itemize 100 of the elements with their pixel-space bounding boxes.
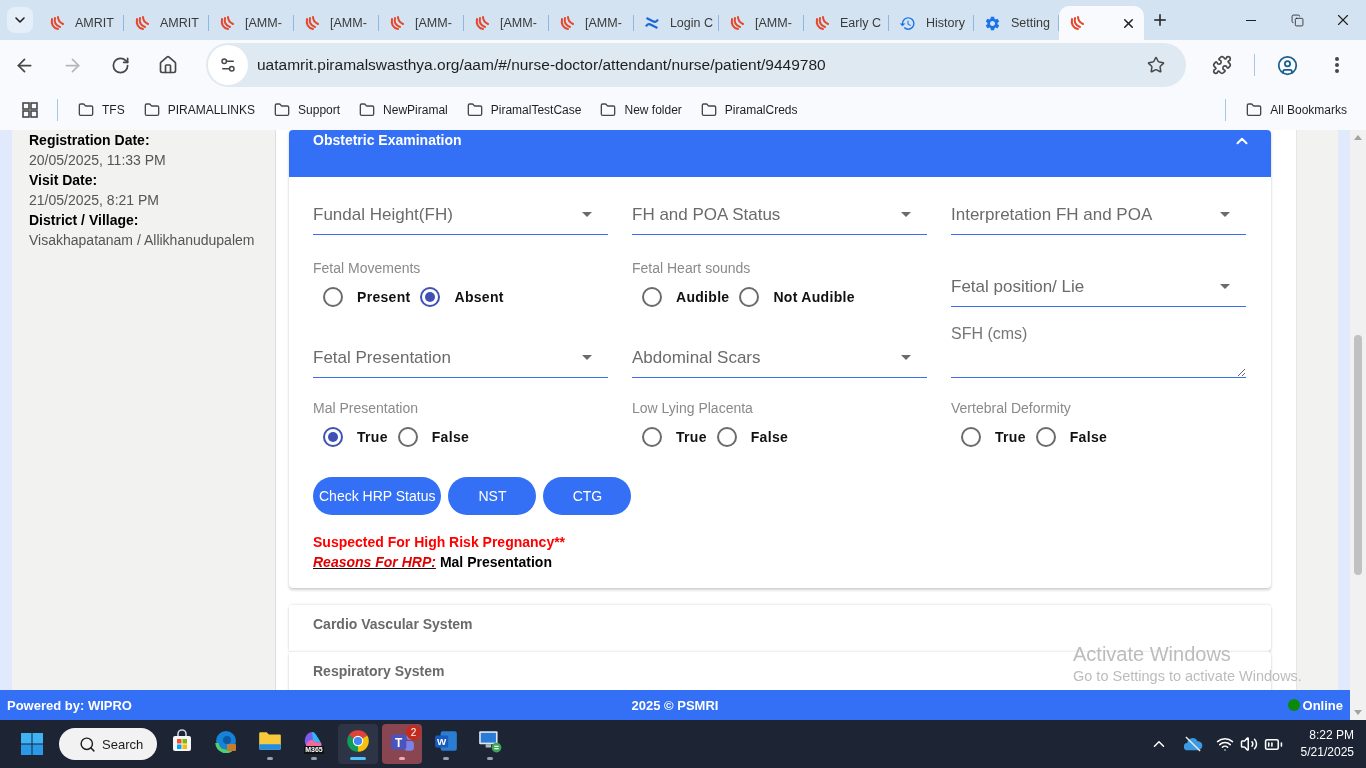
radio-label[interactable]: Not Audible <box>773 289 855 305</box>
dropdown-arrow-icon <box>1220 212 1230 217</box>
tab-title: [AMM- <box>245 16 282 30</box>
tab-title: AMRIT <box>75 16 114 30</box>
browser-tab[interactable]: AMRIT <box>124 6 209 40</box>
radio-button[interactable] <box>739 287 760 307</box>
browser-tab[interactable]: Early C <box>804 6 889 40</box>
accordion-header[interactable]: Respiratory System <box>289 652 469 690</box>
dropdown-field[interactable]: FH and POA Status <box>632 195 927 235</box>
browser-tab[interactable]: [AMM- <box>719 6 804 40</box>
taskbar-clock[interactable]: 8:22 PM 5/21/2025 <box>1290 727 1356 761</box>
tab-title: AMRIT <box>160 16 199 30</box>
radio-label[interactable]: True <box>995 429 1026 445</box>
folder-icon <box>466 102 483 118</box>
action-button[interactable]: Check HRP Status <box>313 477 442 515</box>
activation-title: Activate Windows <box>1073 642 1231 666</box>
bookmark-folder[interactable]: PiramalCreds <box>692 96 806 124</box>
swirl-browser-icon <box>214 729 238 753</box>
accordion-header[interactable]: Obstetric Examination <box>289 130 1271 177</box>
radio-label[interactable]: True <box>676 429 707 445</box>
browser-tab[interactable]: [AMM- <box>464 6 549 40</box>
cloud-off-icon <box>1181 736 1204 752</box>
scrollbar-thumb[interactable] <box>1354 335 1362 575</box>
dropdown-field[interactable]: Fetal position/ Lie <box>951 267 1246 307</box>
radio-label[interactable]: True <box>357 429 388 445</box>
dropdown-field[interactable]: Fetal Presentation <box>313 338 608 378</box>
browser-tab[interactable]: [AMM- <box>294 6 379 40</box>
text-area-field[interactable]: SFH (cms) <box>951 326 1246 378</box>
search-icon <box>79 735 96 753</box>
radio-label[interactable]: Absent <box>454 289 504 305</box>
taskbar-app-button[interactable]: W <box>426 724 466 764</box>
user-circle-icon <box>1276 54 1298 76</box>
wifi-icon <box>1215 735 1234 753</box>
flame-logo-icon <box>49 15 65 31</box>
history-icon <box>899 14 916 32</box>
dropdown-arrow-icon <box>582 355 592 360</box>
radio-button[interactable] <box>397 427 418 447</box>
site-settings-button[interactable] <box>208 45 248 85</box>
dropdown-field[interactable]: Interpretation FH and POA <box>951 195 1246 235</box>
bookmark-folder[interactable]: NewPiramal <box>351 96 456 124</box>
taskbar-search[interactable]: Search <box>59 728 157 760</box>
radio-button[interactable] <box>961 427 981 447</box>
flame-logo-icon <box>559 15 575 31</box>
radio-label[interactable]: False <box>1069 429 1108 445</box>
address-bar[interactable]: uatamrit.piramalswasthya.org/aam/#/nurse-doctor/attendant/nurse/patient/9449780 <box>206 43 1186 87</box>
radio-button[interactable] <box>1035 427 1056 447</box>
dropdown-arrow-icon <box>901 355 911 360</box>
radio-label[interactable]: False <box>750 429 789 445</box>
browser-tab[interactable]: Setting <box>974 6 1059 40</box>
radio-label[interactable]: Audible <box>676 289 730 305</box>
tab-title: Early C <box>840 16 881 30</box>
browser-tab[interactable]: [AMM- <box>379 6 464 40</box>
bookmark-folder[interactable]: PIRAMALLINKS <box>135 96 264 124</box>
shopping-bag-icon <box>170 729 194 753</box>
radio-button[interactable] <box>420 287 441 307</box>
bookmark-folder[interactable]: Support <box>266 96 349 124</box>
round-browser-icon <box>345 728 371 754</box>
tab-title: Setting <box>1011 16 1050 30</box>
radio-label[interactable]: Present <box>357 289 411 305</box>
bookmark-folder[interactable]: PiramalTestCase <box>458 96 590 124</box>
notification-badge: 2 <box>406 725 421 740</box>
tab-search-button[interactable] <box>7 7 33 33</box>
dropdown-field[interactable]: Abdominal Scars <box>632 338 927 378</box>
action-button[interactable]: CTG <box>543 477 632 515</box>
dropdown-arrow-icon <box>582 212 592 217</box>
folder-icon <box>359 102 376 118</box>
folder-icon <box>143 102 160 118</box>
info-label: District / Village: <box>29 211 139 230</box>
reasons-value: Mal Presentation <box>439 553 552 572</box>
browser-tab[interactable]: History <box>889 6 974 40</box>
info-value: 21/05/2025, 8:21 PM <box>29 191 159 210</box>
field-label: Fetal Movements <box>313 260 421 276</box>
radio-label[interactable]: False <box>431 429 470 445</box>
taskbar-app-button[interactable]: T 2 <box>382 724 422 764</box>
field-label: Mal Presentation <box>313 400 419 416</box>
powered-by-text: Powered by: WIPRO <box>7 697 132 713</box>
flame-logo-icon <box>729 15 745 31</box>
radio-button[interactable] <box>323 427 343 447</box>
browser-tab[interactable]: [AMM- <box>549 6 634 40</box>
radio-button[interactable] <box>642 427 662 447</box>
taskbar-app-button[interactable] <box>338 724 378 764</box>
folder-icon <box>78 102 94 118</box>
plus-icon <box>1151 11 1169 29</box>
action-button[interactable]: NST <box>448 477 537 515</box>
radio-button[interactable] <box>716 427 737 447</box>
radio-button[interactable] <box>323 287 343 307</box>
all-bookmarks-button[interactable]: All Bookmarks <box>1238 96 1355 124</box>
browser-tab[interactable] <box>1059 6 1144 40</box>
accordion-header[interactable]: Cardio Vascular System <box>289 605 497 651</box>
activation-message: Go to Settings to activate Windows. <box>1073 667 1302 686</box>
browser-tab[interactable]: Login C <box>634 6 719 40</box>
browser-tab[interactable]: AMRIT <box>39 6 124 40</box>
dropdown-arrow-icon <box>1220 284 1230 289</box>
info-value: 20/05/2025, 11:33 PM <box>29 151 166 170</box>
bookmark-folder[interactable]: New folder <box>592 96 690 124</box>
dropdown-field[interactable]: Fundal Height(FH) <box>313 195 608 235</box>
radio-button[interactable] <box>642 287 662 307</box>
bookmark-folder[interactable]: TFS <box>70 96 133 124</box>
copyright-text: 2025 © PSMRI <box>631 697 719 713</box>
browser-tab[interactable]: [AMM- <box>209 6 294 40</box>
